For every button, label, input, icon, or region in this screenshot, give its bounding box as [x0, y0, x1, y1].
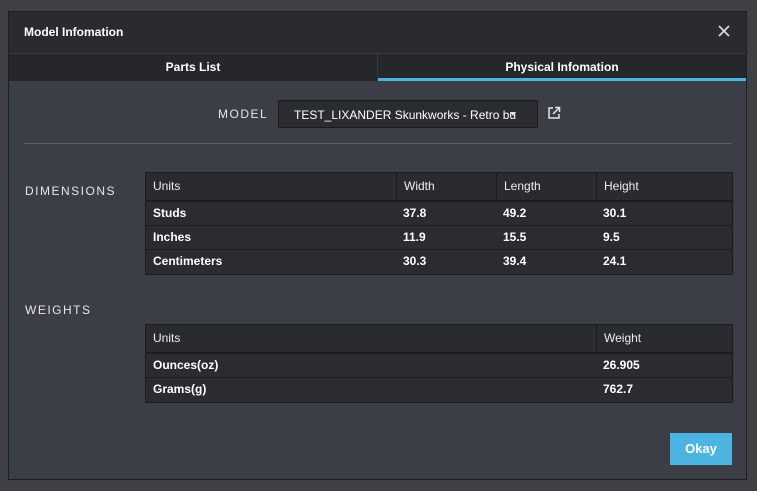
close-icon[interactable] [716, 23, 732, 39]
table-cell: 24.1 [603, 254, 627, 268]
table-row: Centimeters 30.3 39.4 24.1 [146, 250, 732, 274]
model-information-dialog: Model Infomation Parts List Physical Inf… [8, 11, 747, 480]
table-cell: 26.905 [603, 358, 640, 372]
column-header: Height [596, 173, 732, 200]
table-cell: Grams(g) [153, 382, 207, 396]
table-cell: 39.4 [503, 254, 527, 268]
table-row: Studs 37.8 49.2 30.1 [146, 202, 732, 226]
model-label: MODEL [218, 107, 269, 121]
column-header: Units [153, 179, 181, 193]
column-header: Length [496, 173, 596, 200]
model-dropdown-value: TEST_LIXANDER Skunkworks - Retro bug [294, 108, 516, 122]
dimensions-table: Units Width Length Height Studs 37.8 49.… [145, 172, 733, 275]
external-link-icon[interactable] [547, 106, 561, 120]
table-cell: 11.9 [403, 230, 426, 244]
section-divider [24, 143, 732, 144]
dialog-title: Model Infomation [24, 25, 124, 39]
table-header-row: Units Weight [146, 325, 732, 354]
table-cell: 762.7 [603, 382, 634, 396]
column-header: Weight [596, 325, 732, 352]
caret-down-icon [510, 112, 516, 116]
table-cell: 49.2 [503, 206, 527, 220]
tab-bar: Parts List Physical Infomation [9, 53, 746, 81]
table-cell: 37.8 [403, 206, 427, 220]
table-cell: Ounces(oz) [153, 358, 219, 372]
tab-physical-information[interactable]: Physical Infomation [378, 53, 746, 81]
table-cell: Inches [153, 230, 192, 244]
table-row: Ounces(oz) 26.905 [146, 354, 732, 378]
table-cell: 30.1 [603, 206, 627, 220]
table-cell: 9.5 [603, 230, 620, 244]
table-header-row: Units Width Length Height [146, 173, 732, 202]
table-cell: Studs [153, 206, 187, 220]
tab-parts-list[interactable]: Parts List [9, 53, 378, 81]
column-header: Width [396, 173, 496, 200]
dialog-titlebar: Model Infomation [9, 12, 746, 53]
table-cell: 15.5 [503, 230, 527, 244]
dimensions-label: DIMENSIONS [25, 184, 117, 198]
weights-label: WEIGHTS [25, 303, 92, 317]
table-row: Grams(g) 762.7 [146, 378, 732, 402]
okay-button[interactable]: Okay [670, 433, 732, 465]
weights-table: Units Weight Ounces(oz) 26.905 Grams(g) … [145, 324, 733, 403]
column-header: Units [153, 331, 181, 345]
model-dropdown[interactable]: TEST_LIXANDER Skunkworks - Retro bug [278, 100, 538, 128]
table-row: Inches 11.9 15.5 9.5 [146, 226, 732, 250]
table-cell: Centimeters [153, 254, 223, 268]
table-cell: 30.3 [403, 254, 427, 268]
